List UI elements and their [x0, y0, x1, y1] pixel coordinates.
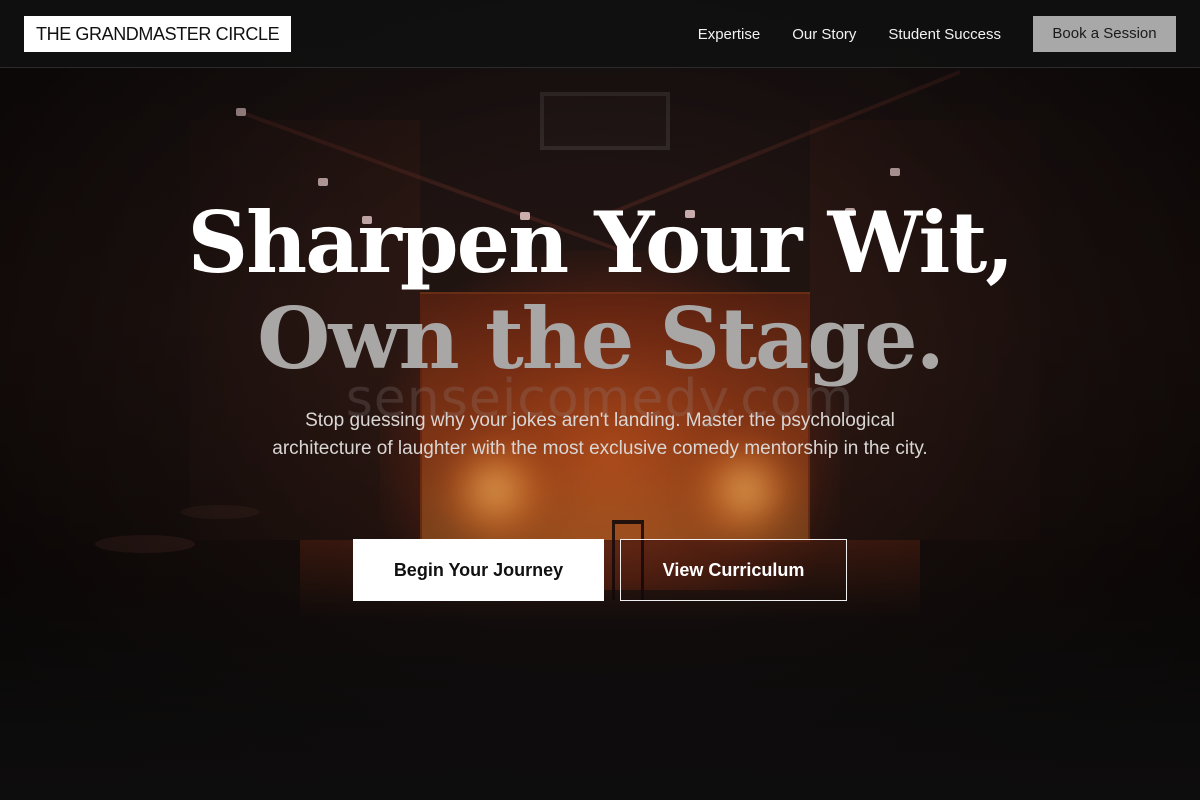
- nav-link-student-success[interactable]: Student Success: [888, 26, 1001, 43]
- hero-section: senseicomedy.com Sharpen Your Wit, Own t…: [0, 195, 1200, 601]
- hero-headline: Sharpen Your Wit, Own the Stage.: [0, 195, 1200, 387]
- book-session-button[interactable]: Book a Session: [1033, 16, 1176, 52]
- nav-links: Expertise Our Story Student Success: [698, 0, 1001, 68]
- top-navigation-bar: THE GRANDMASTER CIRCLE Expertise Our Sto…: [0, 0, 1200, 68]
- begin-journey-button[interactable]: Begin Your Journey: [353, 539, 604, 601]
- nav-link-expertise[interactable]: Expertise: [698, 26, 761, 43]
- headline-line-secondary: Own the Stage.: [257, 289, 945, 388]
- view-curriculum-button[interactable]: View Curriculum: [620, 539, 847, 601]
- hero-subtitle: Stop guessing why your jokes aren't land…: [272, 410, 928, 459]
- headline-line-primary: Sharpen Your Wit,: [187, 193, 1015, 292]
- background-bottom-fade: [0, 580, 1200, 800]
- hero-actions: Begin Your Journey View Curriculum: [0, 539, 1200, 601]
- brand-logo[interactable]: THE GRANDMASTER CIRCLE: [24, 16, 292, 52]
- nav-link-our-story[interactable]: Our Story: [792, 26, 856, 43]
